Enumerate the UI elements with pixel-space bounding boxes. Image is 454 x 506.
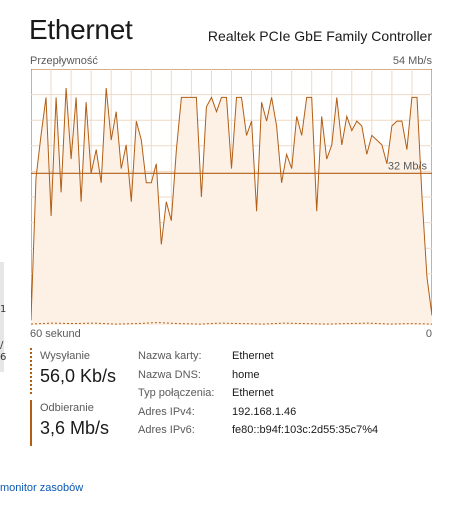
property-key: Typ połączenia:: [138, 387, 215, 399]
side-fragment: 1: [0, 304, 7, 315]
property-key: Nazwa DNS:: [138, 368, 201, 381]
threshold-label: 32 Mb/s: [388, 160, 428, 172]
property-row: Nazwa DNS: home: [138, 369, 378, 388]
receive-stat: Odbieranie 3,6 Mb/s: [30, 400, 140, 446]
property-key: Adres IPv6:: [138, 424, 195, 436]
resource-monitor-link[interactable]: monitor zasobów: [0, 482, 83, 494]
graph-title: Przepływność: [30, 55, 98, 67]
property-value: Ethernet: [232, 387, 274, 399]
send-value: 56,0 Kb/s: [40, 366, 117, 386]
side-panel-edge: 1 / 6: [0, 0, 6, 480]
adapter-name: Realtek PCIe GbE Family Controller: [207, 28, 432, 44]
property-value: fe80::b94f:103c:2d55:35c7%4: [232, 424, 379, 436]
property-row: Adres IPv4: 192.168.1.46: [138, 406, 378, 425]
property-value: Ethernet: [232, 350, 274, 362]
time-span-label: 60 sekund: [30, 328, 81, 340]
side-fragment: /: [0, 340, 4, 351]
property-value: 192.168.1.46: [232, 405, 297, 418]
receive-value: 3,6 Mb/s: [40, 418, 110, 438]
page-title: Ethernet: [29, 14, 133, 45]
send-label: Wysyłanie: [40, 350, 91, 362]
property-row: Typ połączenia: Ethernet: [138, 387, 378, 406]
adapter-properties: Nazwa karty: Ethernet Nazwa DNS: home Ty…: [138, 350, 378, 443]
graph-max-label: 54 Mb/s: [392, 55, 432, 67]
property-row: Adres IPv6: fe80::b94f:103c:2d55:35c7%4: [138, 424, 378, 443]
throughput-graph: 32 Mb/s: [31, 69, 432, 325]
send-stat: Wysyłanie 56,0 Kb/s: [30, 348, 140, 394]
property-row: Nazwa karty: Ethernet: [138, 350, 378, 369]
property-key: Nazwa karty:: [138, 350, 202, 362]
receive-label: Odbieranie: [40, 402, 94, 414]
property-value: home: [232, 368, 260, 381]
side-fragment: 6: [0, 352, 7, 363]
property-key: Adres IPv4:: [138, 405, 195, 418]
time-zero-label: 0: [425, 328, 432, 340]
